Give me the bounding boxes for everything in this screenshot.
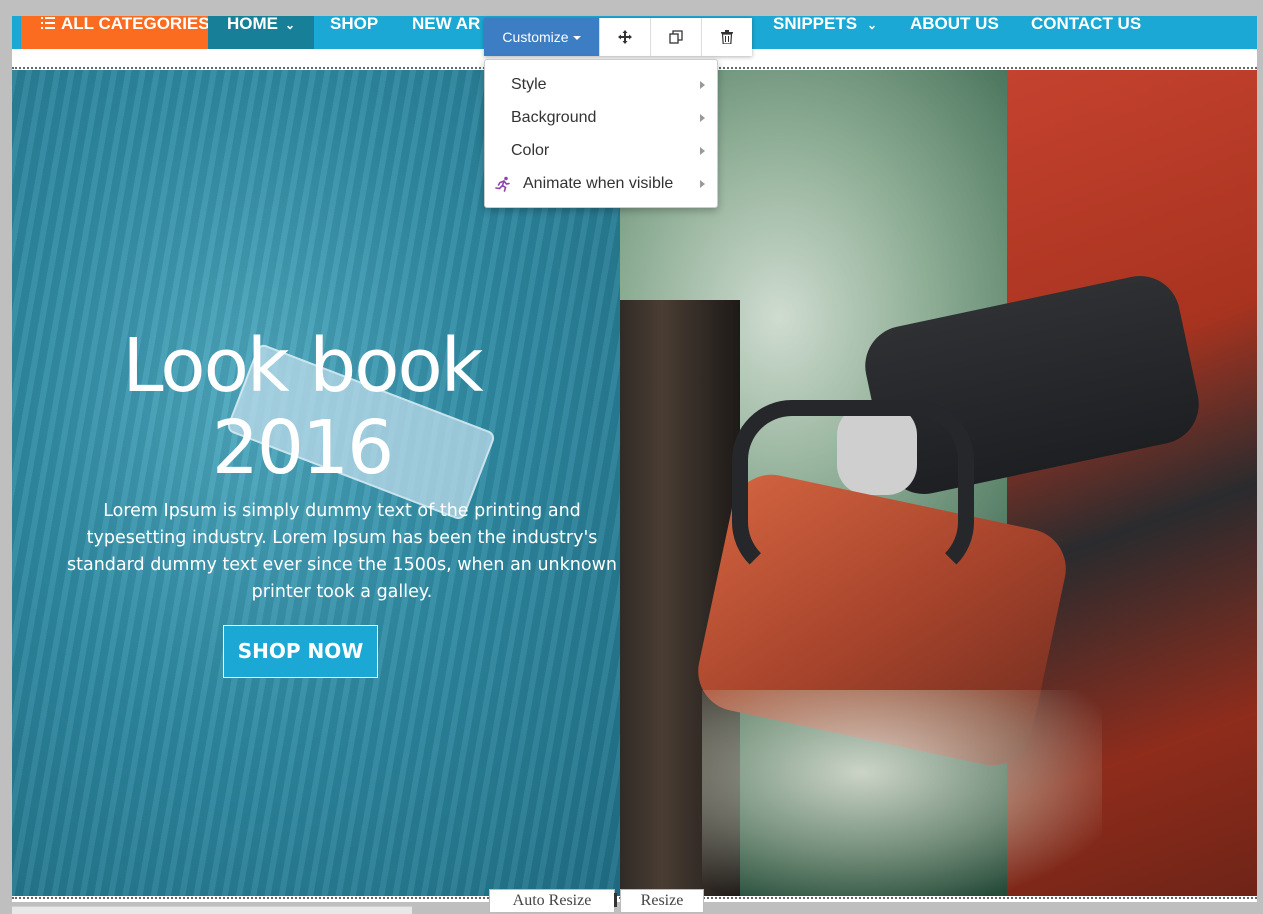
hero-description: Lorem Ipsum is simply dummy text of the … (67, 501, 617, 602)
trash-icon (721, 30, 733, 44)
hero-title-line1: Look book (122, 323, 483, 409)
caret-down-icon (572, 36, 581, 41)
hero-image-sawdust (702, 690, 1102, 896)
nav-item-shop[interactable]: SHOP (330, 16, 378, 49)
running-man-icon (495, 176, 510, 192)
all-categories-menu[interactable]: ALL CATEGORIES (21, 16, 210, 49)
nav-item-home[interactable]: HOME ⌄ (208, 16, 314, 49)
all-categories-label: ALL CATEGORIES (61, 16, 210, 33)
shop-now-button[interactable]: SHOP NOW (223, 625, 378, 678)
menu-item-background[interactable]: Background (485, 103, 717, 133)
customize-button[interactable]: Customize (484, 18, 599, 56)
chevron-down-icon: ⌄ (867, 18, 878, 32)
hero-title-line2: 2016 (211, 405, 394, 491)
duplicate-button[interactable] (650, 18, 701, 56)
menu-list-icon (41, 17, 55, 29)
move-icon (618, 30, 632, 44)
menu-item-color[interactable]: Color (485, 136, 717, 166)
nav-item-about-us[interactable]: ABOUT US (910, 16, 999, 49)
menu-item-label: Background (511, 109, 597, 126)
move-button[interactable] (599, 18, 650, 56)
customize-dropdown: Style Background Color Animate when visi… (484, 59, 718, 208)
menu-item-animate[interactable]: Animate when visible (485, 169, 717, 199)
resize-button[interactable]: Resize (620, 889, 704, 913)
menu-item-label: Style (511, 76, 547, 93)
copy-icon (669, 30, 683, 44)
nav-item-contact-us[interactable]: CONTACT US (1031, 16, 1141, 49)
menu-item-label: Animate when visible (523, 175, 674, 192)
chevron-down-icon: ⌄ (285, 18, 296, 32)
menu-item-label: Color (511, 142, 550, 159)
delete-button[interactable] (701, 18, 752, 56)
snippet-toolbar: Customize (484, 18, 752, 56)
hero-image-chainsaw-handle (732, 400, 974, 582)
customize-label: Customize (502, 29, 569, 45)
menu-item-style[interactable]: Style (485, 70, 717, 100)
nav-item-snippets[interactable]: SNIPPETS (773, 16, 857, 49)
chevron-right-icon (700, 81, 705, 89)
chevron-right-icon (700, 180, 705, 188)
hero-title: Look book 2016 (52, 325, 552, 489)
chevron-right-icon (700, 114, 705, 122)
auto-resize-button[interactable]: Auto Resize (489, 889, 615, 913)
nav-item-new-arrivals[interactable]: NEW AR (412, 16, 480, 49)
text-cursor-icon (614, 893, 617, 907)
nav-home-label: HOME (227, 16, 278, 33)
chevron-right-icon (700, 147, 705, 155)
